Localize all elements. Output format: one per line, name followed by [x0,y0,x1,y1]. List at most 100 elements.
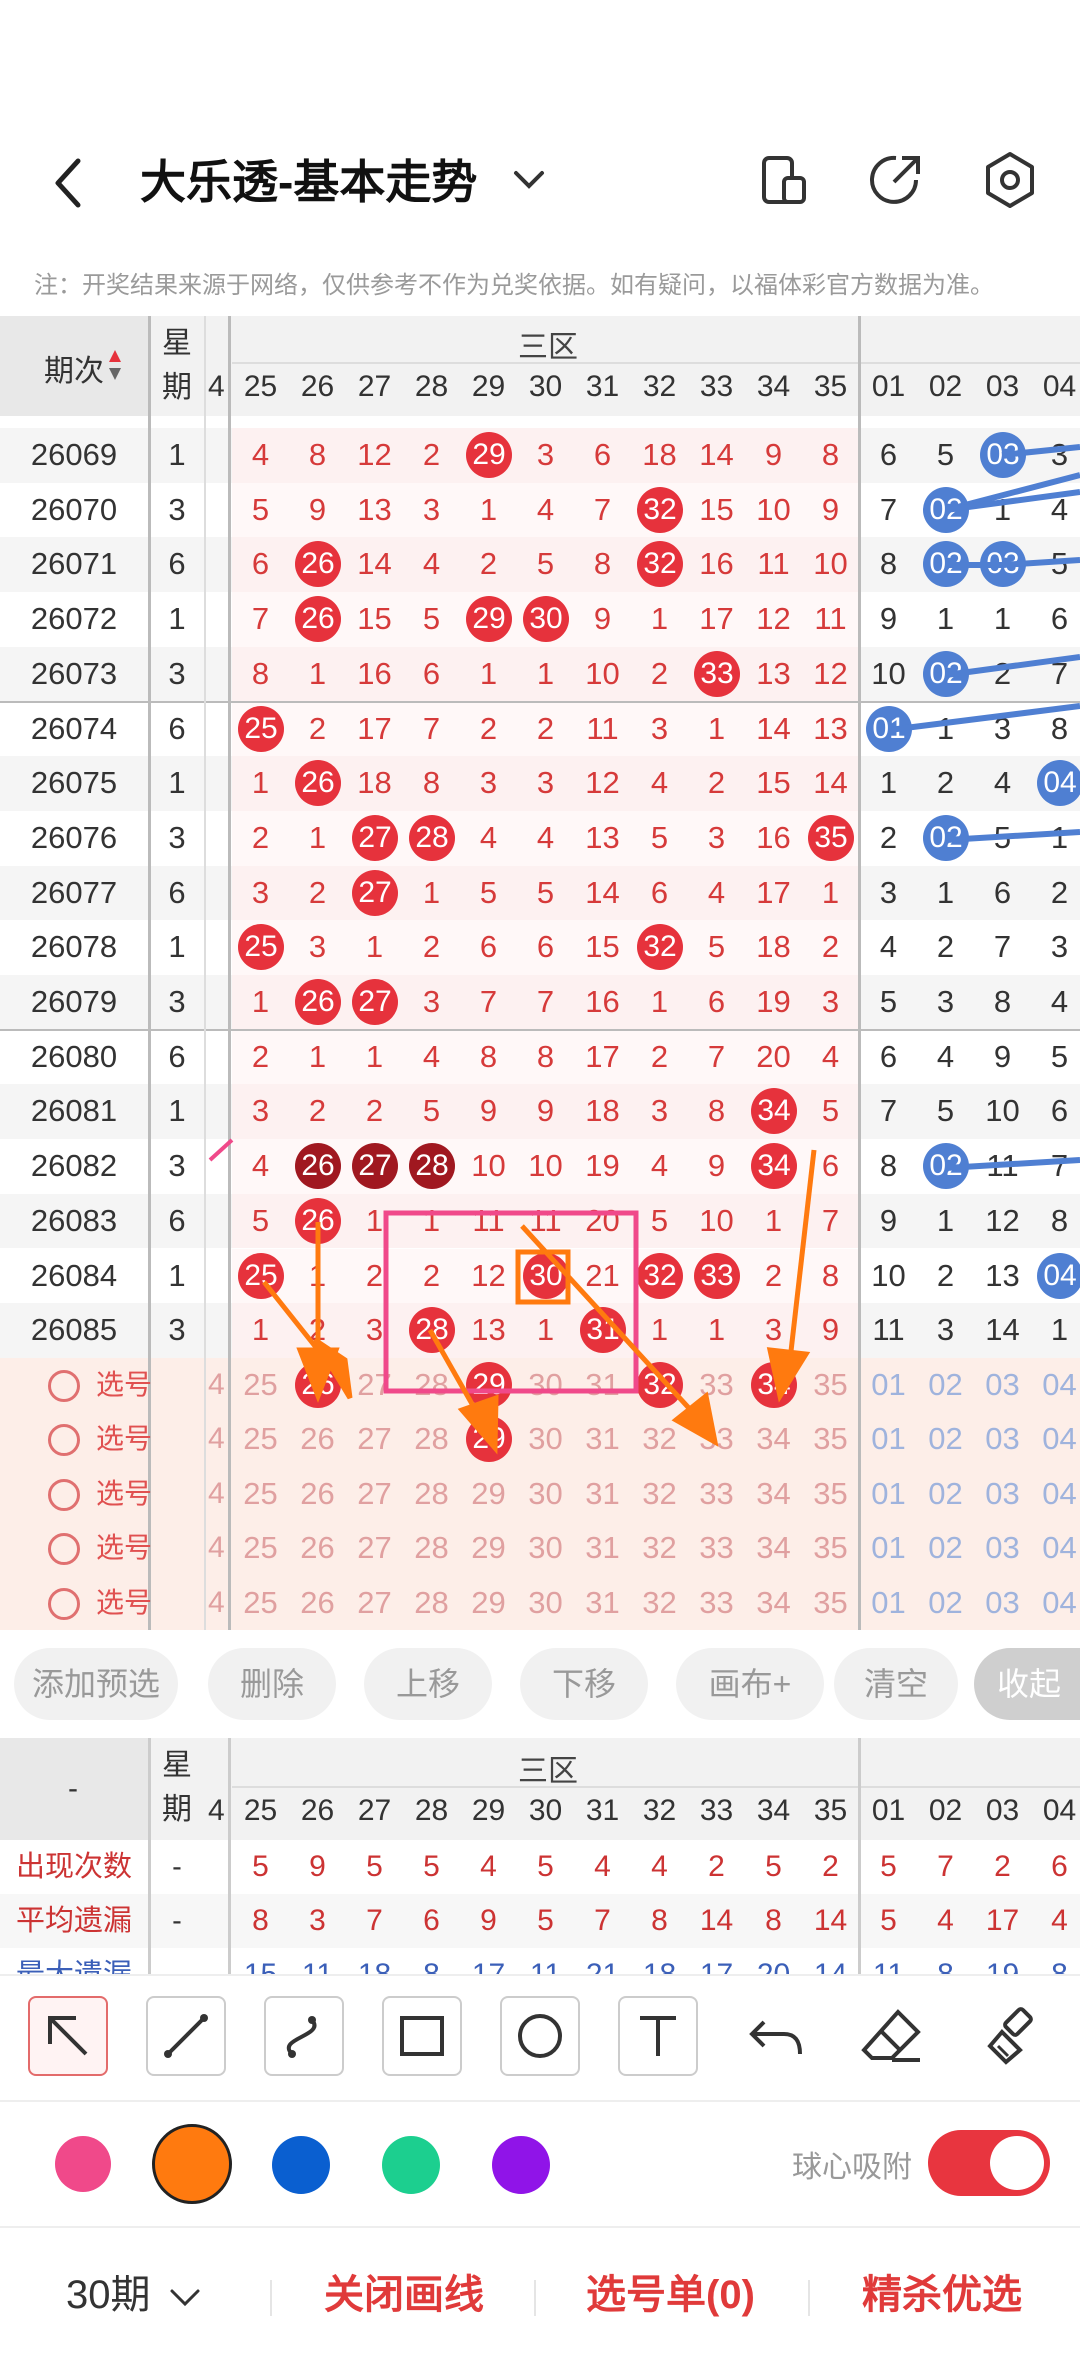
stats-value: 17 [460,1948,517,1974]
stats-blue-value: 8 [917,1948,974,1974]
curve-tool[interactable] [264,1996,344,2076]
snap-toggle[interactable] [928,2130,1050,2196]
stats-week-label: 星期 [162,1749,192,1826]
stats-blue-col-03: 03 [985,1794,1020,1827]
stats-value: 11 [289,1948,346,1974]
stats-blue-value: 5 [880,1850,897,1883]
eraser-icon[interactable] [854,1996,934,2076]
stats-value: 2 [822,1850,839,1883]
stats-blue-value: 6 [1051,1850,1068,1883]
stats-label: 平均遗漏 [15,1905,132,1937]
stats-col-35: 35 [813,1794,848,1827]
stats-blue-value: 17 [985,1904,1020,1937]
stats-value: 14 [699,1904,734,1937]
stats-blue-value: 4 [1051,1904,1068,1937]
stats-label: 出现次数 [15,1851,132,1883]
stats-blue-value: 8 [1031,1948,1080,1974]
color-purple[interactable] [492,2136,550,2194]
stats-blue-value: 5 [880,1904,897,1937]
circle-tool[interactable] [500,1996,580,2076]
stats-value: 20 [745,1948,802,1974]
color-blue[interactable] [272,2136,330,2194]
stats-value: 7 [594,1904,611,1937]
rectangle-drawing [383,1210,639,1394]
stats-value: 4 [594,1850,611,1883]
stats-value: 5 [765,1850,782,1883]
stats-blue-value: 19 [974,1948,1031,1974]
stats-value: 8 [403,1948,460,1974]
stats-blue-value: 7 [937,1850,954,1883]
stats-blue-value: 11 [860,1948,917,1974]
close-lines-button[interactable]: 关闭画线 [324,2265,484,2325]
stats-col-31: 31 [585,1794,620,1827]
snap-label: 球心吸附 [792,2151,912,2184]
stats-zone-label: 三区 [518,1755,578,1788]
stats-value: 17 [688,1948,745,1974]
stats-value: 5 [537,1850,554,1883]
action-button-1[interactable]: 删除 [208,1648,336,1720]
stats-label: 最大遗漏 [0,1948,148,1974]
action-button-0[interactable]: 添加预选 [14,1648,178,1720]
action-button-4[interactable]: 画布+ [676,1648,824,1720]
stats-value: 7 [366,1904,383,1937]
square-drawing [515,1249,571,1305]
stats-value: 9 [309,1850,326,1883]
stats-col-29: 29 [471,1794,506,1827]
stats-col-32: 32 [642,1794,677,1827]
stats-week: - [172,1851,182,1883]
stats-col-26: 26 [300,1794,335,1827]
arrow-tool[interactable] [28,1996,108,2076]
stats-value: 15 [232,1948,289,1974]
stats-value: 21 [574,1948,631,1974]
stats-col-28: 28 [414,1794,449,1827]
stats-week: - [172,1905,182,1937]
stats-value: 5 [537,1904,554,1937]
stats-value: 11 [517,1948,574,1974]
stats-blue-value: 2 [994,1850,1011,1883]
stats-value: 8 [651,1904,668,1937]
stats-value: 4 [480,1850,497,1883]
stats-value: 14 [813,1904,848,1937]
stats-value: 8 [252,1904,269,1937]
action-button-5[interactable]: 清空 [834,1648,958,1720]
stats-dash: - [68,1772,78,1805]
stats-blue-col-04: 04 [1042,1794,1077,1827]
brush-clear-icon[interactable] [972,1996,1052,2076]
stats-blue-value: 4 [937,1904,954,1937]
stats-blue-col-01: 01 [871,1794,906,1827]
stats-value: 14 [802,1948,859,1974]
stats-value: 6 [423,1904,440,1937]
stats-value: 8 [765,1904,782,1937]
action-button-3[interactable]: 下移 [520,1648,648,1720]
text-tool[interactable] [618,1996,698,2076]
stats-blue-col-02: 02 [928,1794,963,1827]
action-button-6[interactable]: 收起 [974,1648,1080,1720]
stats-value: 4 [651,1850,668,1883]
stats-value: 18 [346,1948,403,1974]
stats-table: 出现次数 -5 9 5 5 4 5 4 4 2 5 2 5 7 2 6 平均遗漏 -8 3 7 6 9 5 7 8 14 8 14 5 4… [0,1840,1080,1974]
stats-value: 5 [423,1850,440,1883]
color-green[interactable] [382,2136,440,2194]
stats-value: 3 [309,1904,326,1937]
premium-button[interactable]: 精杀优选 [862,2265,1022,2325]
stats-partial-col: 4 [208,1794,225,1827]
undo-icon[interactable] [736,1996,816,2076]
line-tool[interactable] [146,1996,226,2076]
chevron-down-icon[interactable] [168,2286,202,2310]
stats-value: 5 [252,1850,269,1883]
stats-col-34: 34 [756,1794,791,1827]
stats-col-25: 25 [243,1794,278,1827]
pick-list-button[interactable]: 选号单(0) [586,2265,755,2325]
action-button-2[interactable]: 上移 [364,1648,492,1720]
rectangle-tool[interactable] [382,1996,462,2076]
color-pink[interactable] [55,2136,111,2192]
stats-value: 9 [480,1904,497,1937]
stats-value: 5 [366,1850,383,1883]
period-selector[interactable]: 30期 [66,2265,151,2325]
color-orange[interactable] [152,2124,232,2204]
stats-value: 2 [708,1850,725,1883]
stats-col-33: 33 [699,1794,734,1827]
stats-value: 18 [631,1948,688,1974]
stats-col-27: 27 [357,1794,392,1827]
stats-col-30: 30 [528,1794,563,1827]
